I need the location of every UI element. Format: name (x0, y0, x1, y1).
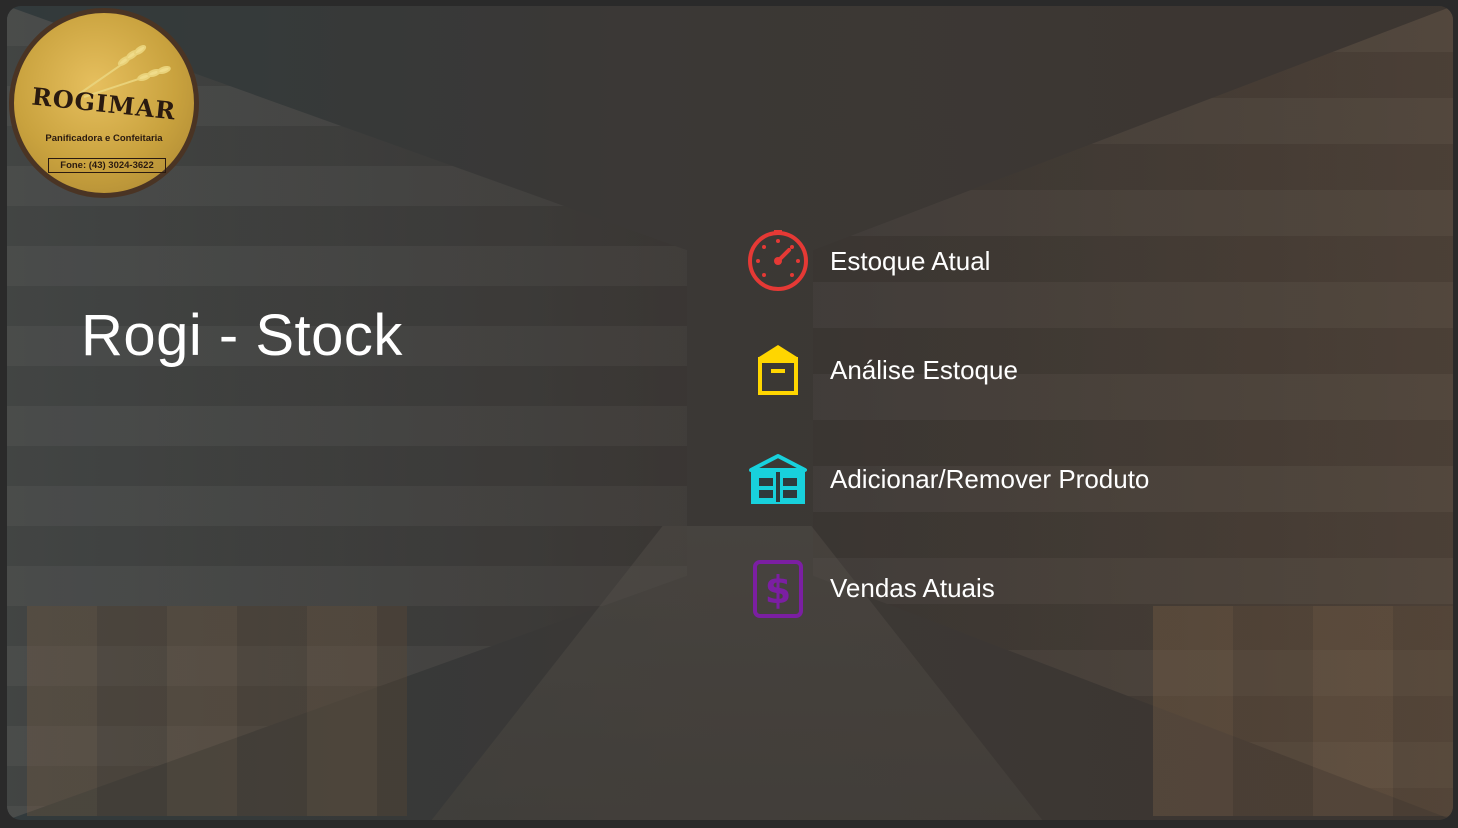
logo-subtitle: Panificadora e Confeitaria (45, 133, 163, 144)
menu-item-adicionar-remover-produto[interactable]: Adicionar/Remover Produto (745, 446, 1215, 516)
menu-item-label: Análise Estoque (830, 355, 1018, 385)
menu-item-label: Adicionar/Remover Produto (830, 464, 1150, 494)
background-image (7, 6, 1453, 820)
warehouse-icon (749, 454, 807, 504)
svg-text:$: $ (765, 568, 791, 612)
menu-item-label: Vendas Atuais (830, 573, 995, 603)
logo-phone: Fone: (43) 3024-3622 (48, 158, 166, 173)
menu-item-vendas-atuais[interactable]: $ Vendas Atuais (745, 555, 1215, 625)
menu-item-label: Estoque Atual (830, 246, 991, 276)
menu-item-estoque-atual[interactable]: Estoque Atual (745, 228, 1215, 298)
app-title: Rogi - Stock (81, 303, 403, 368)
speedometer-icon (748, 230, 808, 291)
menu-item-analise-estoque[interactable]: Análise Estoque (745, 337, 1215, 407)
box-icon (758, 345, 798, 395)
company-logo: ROGIMAR Panificadora e Confeitaria Fone:… (9, 8, 199, 198)
main-window: ROGIMAR Panificadora e Confeitaria Fone:… (7, 6, 1453, 820)
dollar-icon: $ (753, 560, 803, 618)
